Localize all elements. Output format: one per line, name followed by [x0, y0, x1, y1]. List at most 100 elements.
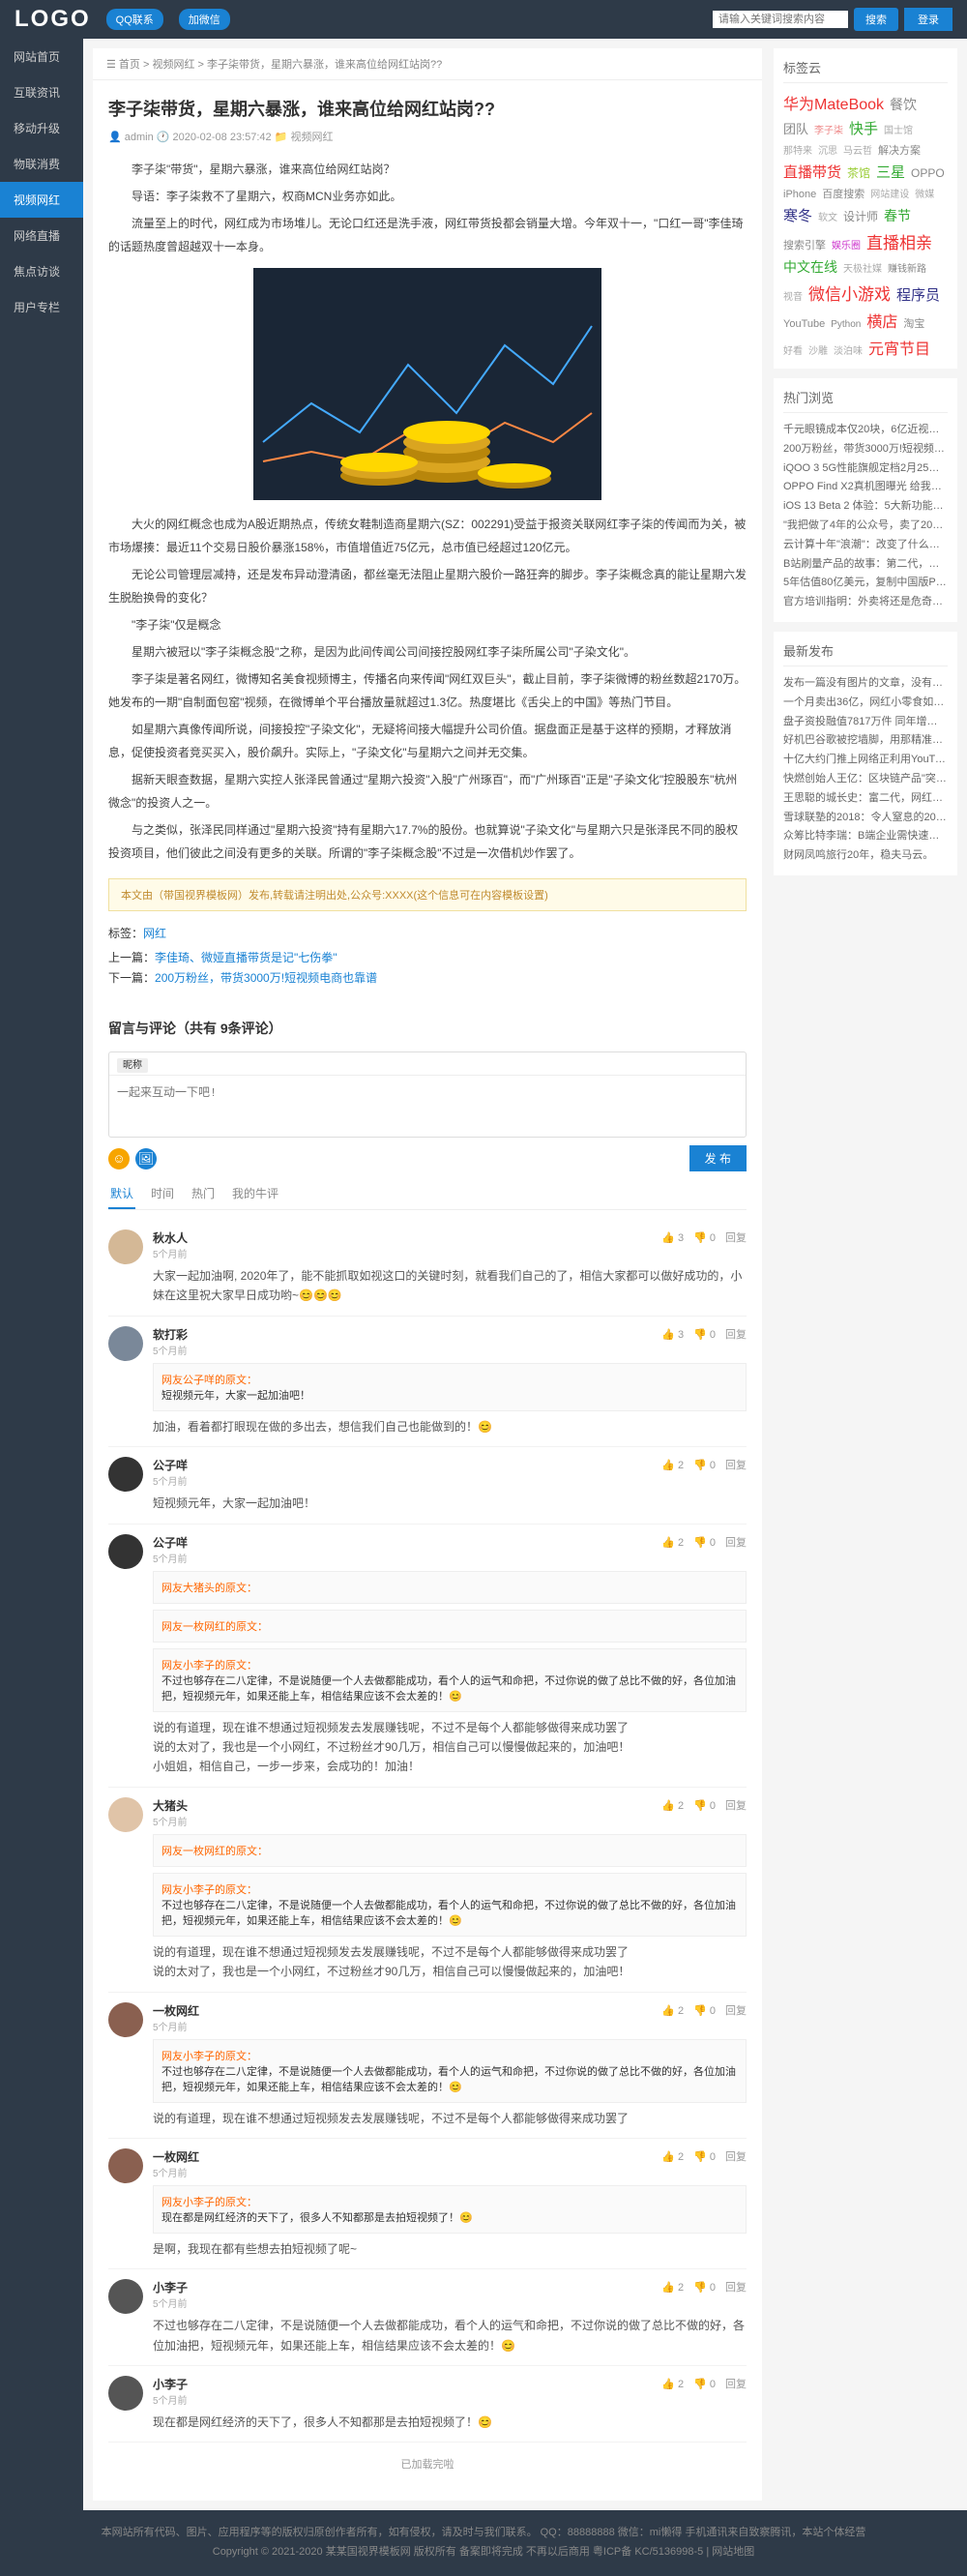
tag-cloud-item[interactable]: 淡泊味 [834, 342, 863, 357]
new-item[interactable]: 好机巴谷歌被挖墙脚，用那精准地说我们可以发ETH [783, 731, 948, 751]
tag-cloud-item[interactable]: 李子柒 [814, 122, 843, 136]
new-item[interactable]: 雪球联塾的2018：令人窒息的20亿美元 [783, 809, 948, 828]
like-icon[interactable]: 👍 2 [661, 2151, 684, 2163]
tag-cloud-item[interactable]: 直播带货 [783, 162, 841, 182]
new-item[interactable]: 发布一篇没有图片的文章，没有图片则显示默认文章图 [783, 674, 948, 694]
new-item[interactable]: 一个月卖出36亿，网红小零食如何成为行业巨头？ [783, 694, 948, 713]
dislike-icon[interactable]: 👎 0 [693, 2005, 716, 2017]
like-icon[interactable]: 👍 2 [661, 1460, 684, 1471]
prev-link[interactable]: 李佳琦、微娅直播带货是记"七伤拳" [155, 951, 337, 964]
tag-cloud-item[interactable]: 马云哲 [843, 142, 872, 157]
tag-cloud-item[interactable]: 直播相亲 [866, 229, 932, 253]
hot-item[interactable]: "我把做了4年的公众号，卖了200万元" | 深夜故事 [783, 517, 948, 536]
sidebar-item[interactable]: 视频网红 [0, 182, 83, 218]
publish-button[interactable]: 发 布 [689, 1145, 747, 1171]
tag-link[interactable]: 网红 [143, 927, 166, 940]
comment-tab[interactable]: 我的牛评 [230, 1179, 280, 1209]
sidebar-item[interactable]: 用户专栏 [0, 289, 83, 325]
tag-cloud-item[interactable]: 茶馆 [847, 164, 870, 181]
reply-link[interactable]: 回复 [725, 2151, 747, 2163]
tag-cloud-item[interactable]: 元宵节目 [868, 336, 930, 359]
hot-item[interactable]: 200万粉丝，带货3000万!短视频电商也靠谱 [783, 440, 948, 459]
hot-item[interactable]: iQOO 3 5G性能旗舰定档2月25日!将迎线上直播发布 [783, 459, 948, 479]
comment-author[interactable]: 一枚网红 [153, 2150, 199, 2164]
hot-item[interactable]: 官方培训指明：外卖将还是危奇配送中国对策与隐患 [783, 593, 948, 612]
tag-cloud-item[interactable]: 国士馆 [884, 122, 913, 136]
like-icon[interactable]: 👍 3 [661, 1329, 684, 1341]
like-icon[interactable]: 👍 2 [661, 2282, 684, 2294]
tag-cloud-item[interactable]: 好看 [783, 342, 803, 357]
reply-link[interactable]: 回复 [725, 2379, 747, 2390]
hot-item[interactable]: 云计算十年"浪潮"：改变了什么，颠覆了什么？ [783, 536, 948, 555]
sidebar-item[interactable]: 网站首页 [0, 39, 83, 74]
sidebar-item[interactable]: 物联消费 [0, 146, 83, 182]
dislike-icon[interactable]: 👎 0 [693, 1329, 716, 1341]
tag-cloud-item[interactable]: OPPO [911, 166, 945, 180]
sidebar-item[interactable]: 互联资讯 [0, 74, 83, 110]
like-icon[interactable]: 👍 2 [661, 2005, 684, 2017]
comment-author[interactable]: 公子咩 [153, 1536, 188, 1550]
tag-cloud-item[interactable]: 视音 [783, 288, 803, 303]
tag-cloud-item[interactable]: YouTube [783, 318, 825, 330]
hot-item[interactable]: OPPO Find X2真机图曝光 给我们的惊喜有这些 [783, 478, 948, 497]
dislike-icon[interactable]: 👎 0 [693, 1800, 716, 1812]
avatar[interactable] [108, 2002, 143, 2037]
tag-cloud-item[interactable]: 天极社媒 [843, 260, 882, 275]
new-item[interactable]: 众筹比特李瑞：B端企业需快速增长，区块链技术服务 [783, 827, 948, 846]
new-item[interactable]: 盘子资投融值7817万件 同年增长110% [783, 713, 948, 732]
dislike-icon[interactable]: 👎 0 [693, 2282, 716, 2294]
avatar[interactable] [108, 2376, 143, 2411]
hot-item[interactable]: B站刷量产品的故事：第二代，网红与商人如坐蓝孔 [783, 555, 948, 575]
search-button[interactable]: 搜索 [854, 8, 898, 31]
tag-cloud-item[interactable]: 百度搜索 [822, 186, 864, 201]
hot-item[interactable]: 5年估值80亿美元，复制中国版Peloton | 36氪新风向 [783, 574, 948, 593]
hot-item[interactable]: 千元眼镜成本仅20块，6亿近视人口的"暴利"行业真相 [783, 421, 948, 440]
new-item[interactable]: 王思聪的城长史：富二代，网红与商人如坐蓝 [783, 789, 948, 809]
tag-cloud-item[interactable]: 餐饮 [890, 95, 917, 114]
tag-cloud-item[interactable]: 中文在线 [783, 257, 837, 277]
tag-cloud-item[interactable]: 搜索引擎 [783, 237, 826, 252]
tag-cloud-item[interactable]: 三星 [876, 162, 905, 182]
tag-cloud-item[interactable]: 程序员 [896, 284, 940, 305]
avatar[interactable] [108, 1326, 143, 1361]
tag-cloud-item[interactable]: 网站建设 [870, 186, 909, 200]
tag-cloud-item[interactable]: 团队 [783, 119, 808, 137]
comment-author[interactable]: 秋水人 [153, 1231, 188, 1245]
tag-cloud-item[interactable]: 沙雕 [808, 342, 828, 357]
comment-author[interactable]: 小李子 [153, 2378, 188, 2391]
nick-tag[interactable]: 昵称 [117, 1058, 148, 1073]
reply-link[interactable]: 回复 [725, 1329, 747, 1341]
avatar[interactable] [108, 1534, 143, 1569]
dislike-icon[interactable]: 👎 0 [693, 2151, 716, 2163]
new-item[interactable]: 快燃创始人王亿：区块链产品"突进"预计年底上线 [783, 770, 948, 789]
tag-cloud-item[interactable]: 春节 [884, 206, 911, 225]
like-icon[interactable]: 👍 3 [661, 1232, 684, 1244]
tag-cloud-item[interactable]: 设计师 [843, 208, 878, 224]
tag-cloud-item[interactable]: 微信小游戏 [808, 281, 891, 305]
tag-cloud-item[interactable]: 微媒 [915, 186, 934, 200]
tag-cloud-item[interactable]: 解决方案 [878, 142, 921, 158]
comment-tab[interactable]: 时间 [149, 1179, 176, 1209]
dislike-icon[interactable]: 👎 0 [693, 1232, 716, 1244]
new-item[interactable]: 十亿大约门推上网络正利用YouTube控制门罗市XMR [783, 751, 948, 770]
tag-cloud-item[interactable]: 软文 [818, 209, 837, 223]
avatar[interactable] [108, 2148, 143, 2183]
wechat-btn[interactable]: 加微信 [179, 9, 230, 30]
avatar[interactable] [108, 1797, 143, 1832]
like-icon[interactable]: 👍 2 [661, 1800, 684, 1812]
tag-cloud-item[interactable]: iPhone [783, 189, 816, 200]
comment-author[interactable]: 软打彩 [153, 1328, 188, 1342]
comment-tab[interactable]: 热门 [190, 1179, 217, 1209]
new-item[interactable]: 财网凤鸣旅行20年，稳夫马云。 [783, 846, 948, 866]
breadcrumb[interactable]: ☰ 首页 > 视频网红 > 李子柒带货，星期六暴涨，谁来高位给网红站岗?? [93, 48, 762, 80]
next-link[interactable]: 200万粉丝，带货3000万!短视频电商也靠谱 [155, 971, 377, 985]
login-button[interactable]: 登录 [904, 8, 952, 31]
like-icon[interactable]: 👍 2 [661, 2379, 684, 2390]
comment-author[interactable]: 小李子 [153, 2281, 188, 2295]
tag-cloud-item[interactable]: 赚钱新路 [888, 260, 926, 275]
comment-author[interactable]: 大猪头 [153, 1799, 188, 1813]
comment-author[interactable]: 公子咩 [153, 1459, 188, 1472]
avatar[interactable] [108, 1457, 143, 1492]
dislike-icon[interactable]: 👎 0 [693, 1537, 716, 1549]
reply-link[interactable]: 回复 [725, 1232, 747, 1244]
